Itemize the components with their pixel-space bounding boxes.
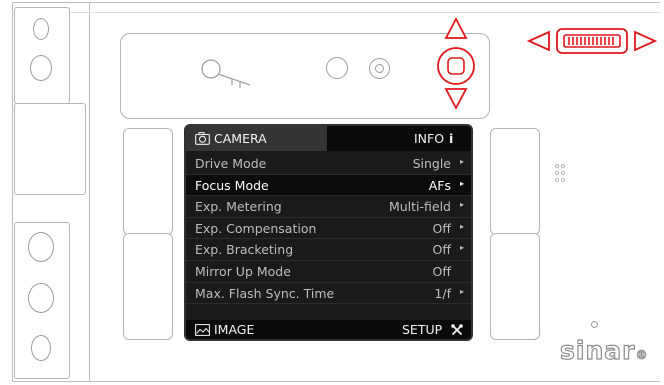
menu-item-label: Exp. Bracketing	[195, 242, 294, 258]
left-soft-key-lower[interactable]	[123, 233, 173, 340]
menu-item-value: Off	[432, 242, 451, 258]
menu-item-exp-bracketing[interactable]: Exp. Bracketing Off ▸	[186, 239, 471, 261]
menu-item-value: AFs	[428, 177, 451, 193]
menu-item-mirror-up-mode[interactable]: Mirror Up Mode Off	[186, 261, 471, 283]
menu-item-label: Exp. Metering	[195, 199, 282, 215]
body-inner-edge	[12, 12, 660, 13]
arrow-up-icon	[444, 17, 468, 39]
menu-item-label: Drive Mode	[195, 156, 267, 171]
menu-item-value: Off	[432, 264, 451, 279]
chevron-right-icon: ▸	[459, 221, 464, 231]
chevron-right-icon: ▸	[459, 286, 464, 296]
button-right-inner	[375, 64, 384, 73]
right-soft-key-lower[interactable]	[490, 233, 540, 340]
dpad-highlight[interactable]	[434, 16, 478, 116]
status-led	[591, 321, 598, 328]
lcd-screen: CAMERA INFO i Drive Mode Single ▸ Focus …	[184, 124, 473, 341]
knob-lower-3[interactable]	[31, 335, 51, 361]
menu-item-label: Focus Mode	[195, 177, 269, 193]
body-top-edge	[12, 2, 660, 3]
tab-camera[interactable]: CAMERA	[186, 126, 327, 151]
menu-item-exp-compensation[interactable]: Exp. Compensation Off ▸	[186, 218, 471, 240]
brand-logo-text: sinar	[559, 335, 636, 365]
menu-item-focus-mode[interactable]: Focus Mode AFs ▸	[186, 174, 471, 197]
menu-item-value: Single	[412, 156, 451, 171]
body-divider	[89, 2, 90, 382]
arrow-right-icon	[634, 30, 658, 52]
knob-lower-2[interactable]	[28, 283, 54, 313]
screen-footer: IMAGE SETUP	[186, 320, 471, 339]
arrow-down-icon	[444, 88, 468, 110]
menu-item-exp-metering[interactable]: Exp. Metering Multi-field ▸	[186, 196, 471, 218]
tab-camera-label: CAMERA	[214, 131, 267, 146]
screen-header: CAMERA INFO i	[186, 126, 471, 151]
menu-item-label: Mirror Up Mode	[195, 264, 291, 279]
info-icon: i	[449, 131, 454, 146]
chevron-right-icon: ▸	[459, 243, 464, 253]
speaker-grille	[555, 164, 565, 182]
thumbwheel-highlight[interactable]	[526, 26, 661, 56]
chevron-right-icon: ▸	[459, 178, 464, 188]
tools-icon	[451, 324, 463, 336]
key-icon	[201, 59, 251, 88]
menu-item-value: Multi-field	[388, 199, 451, 215]
eyelet-upper-1	[33, 18, 49, 40]
right-soft-key-upper[interactable]	[490, 128, 540, 235]
knob-lower-1[interactable]	[28, 232, 54, 262]
body-bottom-edge	[12, 381, 660, 382]
arrow-left-icon	[526, 30, 550, 52]
menu-item-value: Off	[432, 220, 451, 236]
tab-image[interactable]: IMAGE	[186, 320, 326, 339]
menu-item-drive-mode[interactable]: Drive Mode Single ▸	[186, 153, 471, 175]
left-soft-key-upper[interactable]	[123, 128, 173, 235]
tab-image-label: IMAGE	[214, 322, 255, 337]
image-icon	[195, 324, 210, 336]
menu-item-value: 1/f	[434, 285, 451, 301]
camera-icon	[195, 132, 210, 145]
body-left-edge	[12, 2, 13, 382]
tab-info-label[interactable]: INFO	[414, 131, 444, 146]
tab-setup[interactable]: SETUP	[386, 320, 471, 339]
menu-item-max-flash-sync-time[interactable]: Max. Flash Sync. Time 1/f ▸	[186, 283, 471, 305]
eyelet-upper-2	[30, 55, 52, 81]
left-middle-panel	[14, 103, 86, 195]
menu-item-label: Exp. Compensation	[195, 220, 317, 236]
brand-logo: sinar®	[559, 335, 649, 365]
button-left-round[interactable]	[326, 57, 348, 79]
tab-setup-label: SETUP	[402, 322, 443, 337]
chevron-right-icon: ▸	[459, 157, 464, 166]
registered-mark: ®	[635, 348, 649, 363]
menu-item-label: Max. Flash Sync. Time	[195, 285, 335, 301]
chevron-right-icon: ▸	[459, 200, 464, 210]
